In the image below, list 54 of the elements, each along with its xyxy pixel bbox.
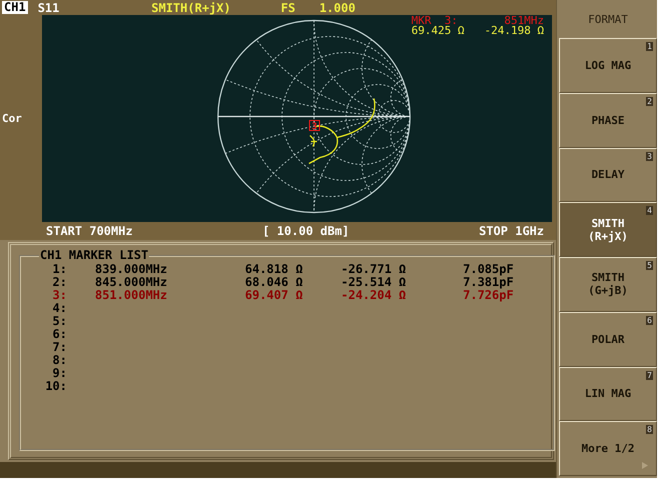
key-number: 8 [646,425,653,434]
marker-capacitance: 7.381pF [463,276,515,289]
marker-frequency: 839.000MHz [94,263,168,276]
marker-readout-real: 69.425 Ω [411,26,464,36]
parameter-label: S11 [38,0,60,14]
marker-capacitance: 7.726pF [463,289,515,302]
key-number: 4 [646,206,653,216]
scale-value: 1.000 [319,0,356,14]
menu-title: FORMAT [587,12,629,28]
softkey[interactable]: SMITH (R+jX) 4 [559,202,657,257]
marker-reactance: -25.514 Ω [341,276,408,289]
power-level: [ 10.00 dBm] [262,224,350,238]
marker-index: 2: [52,276,67,289]
marker-index: 10: [44,380,67,393]
marker-index: 3: [52,289,67,302]
marker-readout-label: MKR 3: [411,16,458,26]
triangle-icon [642,462,648,469]
marker-readout-frequency: 851MHz [504,16,544,26]
marker-frequency: 845.000MHz [94,276,168,289]
key-number: 3 [646,152,653,160]
marker-reactance: -24.204 Ω [341,289,408,302]
marker-index: 6: [52,328,67,341]
marker-index: 4: [52,302,67,315]
key-number: 7 [646,370,653,380]
marker-index: 7: [52,341,67,354]
softkey[interactable]: LIN MAG 7 [559,366,657,422]
marker-resistance: 64.818 Ω [245,263,304,276]
format-label: SMITH(R+jX) [151,0,231,14]
marker-readout-imaginary: -24.198 Ω [484,26,544,36]
softkey[interactable]: LOG MAG 1 [559,38,657,93]
softkey[interactable]: More 1/2 8 [559,421,657,476]
stop-frequency: STOP 1GHz [478,224,544,238]
key-number: 2 [646,96,653,106]
marker-index: 9: [52,367,67,380]
marker-index: 5: [52,315,67,328]
scale-label: FS [280,0,296,14]
key-number: 5 [646,261,653,270]
marker-reactance: -26.771 Ω [341,263,408,276]
start-frequency: START 700MHz [46,224,133,238]
channel-label: CH1 [2,1,28,14]
marker-index: 1: [52,263,67,276]
key-number: 6 [646,316,653,325]
marker-resistance: 68.046 Ω [245,276,304,289]
key-number: 1 [646,42,653,51]
marker-frequency: 851.000MHz [94,289,168,302]
marker-index: 8: [52,354,67,367]
marker-capacitance: 7.085pF [463,263,515,276]
correction-label: Cor [2,112,22,125]
softkey[interactable]: POLAR 6 [559,312,657,366]
softkey[interactable]: DELAY 3 [559,148,657,202]
marker-resistance: 69.407 Ω [245,289,304,302]
marker-list-title: CH1 MARKER LIST [39,248,150,262]
softkey[interactable]: SMITH (G+jB) 5 [559,257,657,312]
softkey[interactable]: PHASE 2 [559,92,657,148]
